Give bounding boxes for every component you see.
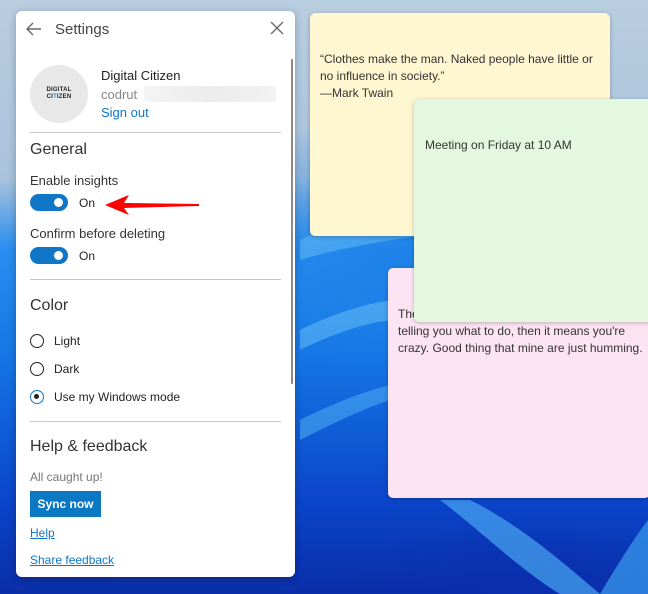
radio-light[interactable] [30, 334, 44, 348]
section-title-general: General [30, 141, 87, 158]
close-icon[interactable] [269, 20, 285, 36]
scrollbar[interactable] [291, 59, 293, 384]
settings-header: Settings [16, 11, 295, 49]
toggle-knob [54, 198, 63, 207]
avatar-logo-line1: DIGITAL [46, 87, 72, 93]
avatar: DIGITAL CITIZEN [30, 65, 88, 123]
confirm-delete-toggle[interactable] [30, 247, 68, 264]
toggle-knob [54, 251, 63, 260]
divider [30, 132, 281, 133]
settings-panel: Settings DIGITAL CITIZEN Digital Citizen… [16, 11, 295, 577]
note-text[interactable]: “Clothes make the man. Naked people have… [320, 51, 605, 102]
enable-insights-label: Enable insights [30, 173, 119, 188]
divider [30, 421, 281, 422]
red-arrow-annotation [105, 195, 199, 215]
sync-status: All caught up! [30, 470, 103, 484]
confirm-delete-label: Confirm before deleting [30, 226, 166, 241]
radio-dark-label[interactable]: Dark [54, 362, 79, 376]
radio-light-label[interactable]: Light [54, 334, 80, 348]
arrow-left-icon[interactable] [25, 20, 43, 38]
note-text-body: telling you what to do, then it means yo… [398, 324, 643, 355]
help-link[interactable]: Help [30, 526, 55, 540]
account-name: Digital Citizen [101, 68, 181, 83]
sticky-note-green[interactable]: Meeting on Friday at 10 AM [414, 99, 648, 322]
sync-now-button[interactable]: Sync now [30, 491, 101, 517]
radio-dark[interactable] [30, 362, 44, 376]
radio-windows-mode-label[interactable]: Use my Windows mode [54, 390, 180, 404]
section-title-color: Color [30, 297, 69, 314]
avatar-logo-line2: CITIZEN [46, 94, 72, 100]
section-title-help: Help & feedback [30, 438, 148, 455]
settings-title: Settings [55, 21, 110, 38]
enable-insights-toggle[interactable] [30, 194, 68, 211]
divider [30, 279, 281, 280]
email-redacted [144, 86, 276, 102]
share-feedback-link[interactable]: Share feedback [30, 553, 114, 567]
enable-insights-state: On [79, 196, 96, 210]
account-email: codrut [101, 87, 138, 102]
radio-windows-mode[interactable] [30, 390, 44, 404]
sign-out-link[interactable]: Sign out [101, 105, 149, 120]
confirm-delete-state: On [79, 249, 96, 263]
note-text[interactable]: Meeting on Friday at 10 AM [425, 137, 648, 154]
